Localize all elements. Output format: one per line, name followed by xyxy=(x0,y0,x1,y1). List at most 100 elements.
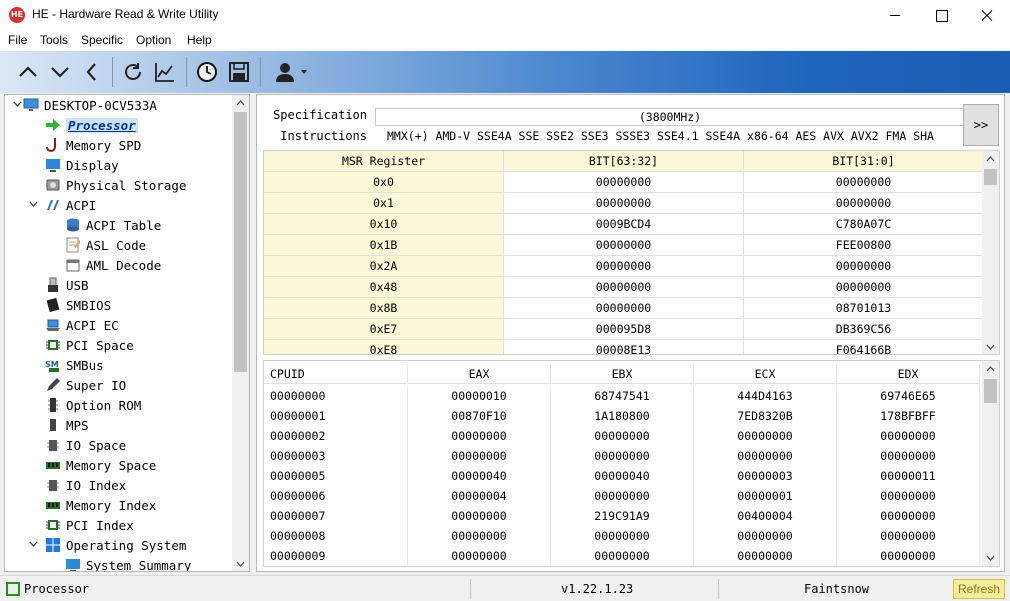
laptop-icon xyxy=(46,319,60,331)
tree-root[interactable]: DESKTOP-0CV533A xyxy=(9,95,157,115)
scroll-thumb[interactable] xyxy=(984,169,997,185)
tree-scrollbar[interactable] xyxy=(232,95,249,571)
table-row[interactable]: 00000005 00000040 00000040 00000003 00000011 xyxy=(264,466,980,486)
column-header[interactable]: ECX xyxy=(694,364,837,384)
scroll-down-icon[interactable] xyxy=(986,342,995,351)
tree-item-operating-system[interactable]: Operating System xyxy=(29,535,186,555)
tree-item-pci-space[interactable]: PCI Space xyxy=(45,335,134,355)
minimize-button[interactable] xyxy=(872,0,918,31)
arrow-left-icon[interactable] xyxy=(77,57,107,87)
table-row[interactable]: 00000009 00000000 00000000 00000000 00000000 xyxy=(264,546,980,566)
column-header[interactable]: EDX xyxy=(837,364,980,384)
table-row[interactable]: 00000007 00000000 219C91A9 00400004 00000000 xyxy=(264,506,980,526)
column-header[interactable]: EAX xyxy=(408,364,551,384)
device-tree[interactable]: DESKTOP-0CV533A Processor Memory SPD Dis… xyxy=(4,94,250,572)
menu-file[interactable]: File xyxy=(8,33,27,47)
status-bar: Processor v1.22.1.23 Faintsnow Refresh xyxy=(0,575,1010,601)
msr-table[interactable]: MSR Register BIT[63:32] BIT[31:0] 0x0 000… xyxy=(263,150,1000,355)
tree-item-memory-space[interactable]: Memory Space xyxy=(45,455,156,475)
column-header[interactable]: MSR Register xyxy=(264,151,504,172)
table-row[interactable]: 0x1 00000000 00000000 xyxy=(264,193,984,214)
table-row[interactable]: 0x0 00000000 00000000 xyxy=(264,172,984,193)
table-row[interactable]: 00000001 00870F10 1A180800 7ED8320B 178BFBFF xyxy=(264,406,980,426)
table-row[interactable]: 0x2A 00000000 00000000 xyxy=(264,256,984,277)
table-row[interactable]: 00000000 00000010 68747541 444D4163 69746E65 xyxy=(264,386,980,406)
table-cell: 00000000 xyxy=(504,277,744,298)
table-cell: 0x48 xyxy=(264,277,504,298)
scroll-thumb[interactable] xyxy=(234,112,247,372)
scroll-thumb[interactable] xyxy=(984,379,997,403)
tree-item-processor[interactable]: Processor xyxy=(45,115,138,135)
tree-item-io-index[interactable]: IO Index xyxy=(45,475,126,495)
chevron-down-icon[interactable] xyxy=(29,200,38,209)
arrow-up-icon[interactable] xyxy=(13,57,43,87)
cpuid-scrollbar[interactable] xyxy=(982,361,999,566)
tree-item-io-space[interactable]: IO Space xyxy=(45,435,126,455)
chart-icon[interactable] xyxy=(150,57,180,87)
chevron-down-icon[interactable] xyxy=(13,100,22,109)
tree-item-aml-decode[interactable]: AML Decode xyxy=(65,255,161,275)
tree-item-acpi-ec[interactable]: ACPI EC xyxy=(45,315,119,335)
table-cell: 219C91A9 xyxy=(551,506,694,526)
table-cell: 00000005 xyxy=(264,466,408,486)
column-header[interactable]: BIT[63:32] xyxy=(504,151,744,172)
tree-item-display[interactable]: Display xyxy=(45,155,119,175)
save-icon[interactable] xyxy=(224,57,254,87)
tree-item-acpi-table[interactable]: ACPI Table xyxy=(65,215,161,235)
table-row[interactable]: 00000008 00000000 00000000 00000000 00000000 xyxy=(264,526,980,546)
table-row[interactable]: 0x8B 00000000 08701013 xyxy=(264,298,984,319)
column-header[interactable]: CPUID xyxy=(264,364,408,384)
menu-specific[interactable]: Specific xyxy=(81,33,123,47)
table-header: MSR Register BIT[63:32] BIT[31:0] xyxy=(264,151,984,172)
tree-item-memory-index[interactable]: Memory Index xyxy=(45,495,156,515)
scroll-down-icon[interactable] xyxy=(236,559,245,568)
table-row[interactable]: 0xE8 00008E13 F064166B xyxy=(264,340,984,354)
user-icon[interactable] xyxy=(268,57,314,87)
tree-item-memory-spd[interactable]: Memory SPD xyxy=(45,135,141,155)
more-button[interactable]: >> xyxy=(963,104,999,146)
table-row[interactable]: 00000003 00000000 00000000 00000000 00000000 xyxy=(264,446,980,466)
tree-item-label: PCI Index xyxy=(66,517,134,533)
menu-option[interactable]: Option xyxy=(136,33,171,47)
tree-item-option-rom[interactable]: Option ROM xyxy=(45,395,141,415)
scroll-down-icon[interactable] xyxy=(986,553,995,562)
clock-icon[interactable] xyxy=(192,57,222,87)
menu-tools[interactable]: Tools xyxy=(40,33,68,47)
table-row[interactable]: 00000002 00000000 00000000 00000000 00000000 xyxy=(264,426,980,446)
close-button[interactable] xyxy=(964,0,1010,31)
tree-item-label: SMBIOS xyxy=(66,297,112,313)
memory-index-icon xyxy=(46,502,60,509)
tree-item-smbios[interactable]: SMBIOS xyxy=(45,295,111,315)
table-cell: 00000000 xyxy=(551,526,694,546)
scroll-up-icon[interactable] xyxy=(986,365,995,374)
table-cell: 00000000 xyxy=(551,426,694,446)
tree-item-system-summary[interactable]: System Summary xyxy=(65,555,191,571)
arrow-down-icon[interactable] xyxy=(45,57,75,87)
menu-help[interactable]: Help xyxy=(187,33,212,47)
tree-item-acpi[interactable]: ACPI xyxy=(29,195,96,215)
status-author: Faintsnow xyxy=(804,582,870,596)
column-header[interactable]: BIT[31:0] xyxy=(744,151,984,172)
table-row[interactable]: 0x10 0009BCD4 C780A07C xyxy=(264,214,984,235)
refresh-button[interactable]: Refresh xyxy=(953,579,1005,599)
refresh-icon[interactable] xyxy=(118,57,148,87)
tree-item-physical-storage[interactable]: Physical Storage xyxy=(45,175,186,195)
tree-item-asl-code[interactable]: ASL Code xyxy=(65,235,146,255)
scroll-up-icon[interactable] xyxy=(236,99,245,108)
tree-item-mps[interactable]: MPS xyxy=(45,415,89,435)
tree-item-smbus[interactable]: SM SMBus xyxy=(45,355,104,375)
scroll-up-icon[interactable] xyxy=(986,155,995,164)
table-row[interactable]: 00000006 00000004 00000000 00000001 00000000 xyxy=(264,486,980,506)
chevron-down-icon[interactable] xyxy=(29,540,38,549)
table-row[interactable]: 0x1B 00000000 FEE00800 xyxy=(264,235,984,256)
tree-item-pci-index[interactable]: PCI Index xyxy=(45,515,134,535)
msr-scrollbar[interactable] xyxy=(982,151,999,354)
table-cell: 00000000 xyxy=(408,426,551,446)
table-row[interactable]: 0xE7 000095D8 DB369C56 xyxy=(264,319,984,340)
column-header[interactable]: EBX xyxy=(551,364,694,384)
tree-item-super-io[interactable]: Super IO xyxy=(45,375,126,395)
cpuid-table[interactable]: CPUID EAX EBX ECX EDX 00000000 00000010 68… xyxy=(263,360,1000,567)
maximize-button[interactable] xyxy=(918,0,964,31)
tree-item-usb[interactable]: USB xyxy=(45,275,89,295)
table-row[interactable]: 0x48 00000000 00000000 xyxy=(264,277,984,298)
